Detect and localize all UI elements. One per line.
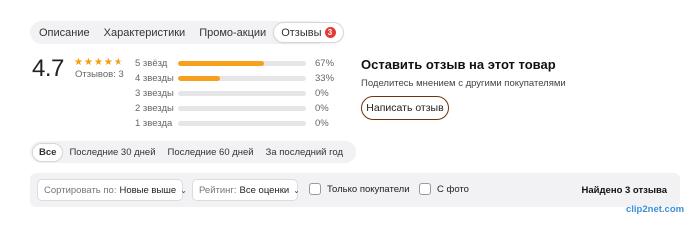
buyers-only-checkbox[interactable]: Только покупатели bbox=[309, 183, 410, 195]
rating-row-4[interactable]: 4 звезды 33% bbox=[135, 72, 340, 87]
rating-stars: ★ ★ ★ ★ ★ bbox=[74, 58, 123, 68]
write-review-subtitle: Поделитесь мнением с другими покупателям… bbox=[361, 78, 566, 89]
sort-select-value: Новые выше bbox=[119, 184, 177, 196]
rating-row-label: 4 звезды bbox=[135, 73, 174, 84]
period-30-days[interactable]: Последние 30 дней bbox=[63, 143, 161, 162]
review-filters-bar: Сортировать по: Новые выше ⌄ Рейтинг: Вс… bbox=[30, 173, 680, 207]
rating-row-percent: 67% bbox=[315, 58, 335, 69]
rating-row-percent: 33% bbox=[315, 73, 335, 84]
period-filter: Все Последние 30 дней Последние 60 дней … bbox=[30, 141, 356, 163]
checkbox-label: С фото bbox=[437, 183, 469, 195]
chevron-down-icon: ⌄ bbox=[293, 185, 300, 195]
rating-row-3[interactable]: 3 звезды 0% bbox=[135, 87, 340, 102]
checkbox-label: Только покупатели bbox=[327, 183, 410, 195]
sort-select-label: Сортировать по: bbox=[44, 184, 117, 196]
star-icon: ★ bbox=[93, 57, 103, 68]
rating-row-label: 3 звезды bbox=[135, 88, 174, 99]
watermark-logo: clip2net.com bbox=[626, 204, 685, 215]
tab-promotions[interactable]: Промо-акции bbox=[192, 22, 273, 43]
reviews-count-badge: 3 bbox=[324, 27, 336, 38]
tab-description[interactable]: Описание bbox=[32, 22, 97, 43]
tab-bar: Описание Характеристики Промо-акции Отзы… bbox=[30, 21, 344, 44]
rating-row-label: 2 звезды bbox=[135, 103, 174, 114]
rating-row-1[interactable]: 1 звезда 0% bbox=[135, 117, 340, 132]
rating-row-2[interactable]: 2 звезды 0% bbox=[135, 102, 340, 117]
rating-bar-track bbox=[178, 61, 306, 66]
rating-breakdown: 5 звёзд 67% 4 звезды 33% 3 звезды 0% 2 з… bbox=[135, 57, 340, 132]
tab-specifications[interactable]: Характеристики bbox=[97, 22, 193, 43]
with-photo-checkbox[interactable]: С фото bbox=[419, 183, 469, 195]
tab-label: Описание bbox=[39, 26, 90, 39]
tab-label: Характеристики bbox=[103, 26, 186, 39]
rating-row-percent: 0% bbox=[315, 88, 329, 99]
rating-bar-track bbox=[178, 76, 306, 81]
period-60-days[interactable]: Последние 60 дней bbox=[162, 143, 260, 162]
found-count: Найдено 3 отзыва bbox=[581, 185, 667, 196]
rating-select-value: Все оценки bbox=[239, 184, 290, 196]
rating-select[interactable]: Рейтинг: Все оценки ⌄ bbox=[192, 179, 300, 201]
checkbox-box[interactable] bbox=[309, 183, 321, 195]
rating-row-5[interactable]: 5 звёзд 67% bbox=[135, 57, 340, 72]
rating-bar-track bbox=[178, 106, 306, 111]
sort-select[interactable]: Сортировать по: Новые выше ⌄ bbox=[37, 179, 187, 201]
rating-bar-track bbox=[178, 121, 306, 126]
rating-bar-fill bbox=[178, 61, 264, 66]
period-year[interactable]: За последний год bbox=[260, 143, 349, 162]
chevron-down-icon: ⌄ bbox=[180, 185, 187, 195]
rating-row-percent: 0% bbox=[315, 103, 329, 114]
star-icon: ★ bbox=[103, 57, 113, 68]
rating-select-label: Рейтинг: bbox=[199, 184, 237, 196]
star-icon: ★ bbox=[74, 57, 83, 68]
write-review-title: Оставить отзыв на этот товар bbox=[361, 57, 556, 72]
average-rating: 4.7 bbox=[32, 55, 64, 82]
star-icon: ★ bbox=[83, 57, 93, 68]
tab-reviews[interactable]: Отзывы 3 bbox=[273, 22, 344, 43]
star-half-icon: ★ bbox=[113, 57, 123, 68]
period-all[interactable]: Все bbox=[32, 142, 64, 162]
reviews-count: Отзывов: 3 bbox=[75, 69, 124, 80]
rating-row-label: 1 звезда bbox=[135, 118, 173, 129]
rating-bar-fill bbox=[178, 76, 221, 81]
tab-label: Отзывы bbox=[281, 26, 322, 39]
tab-label: Промо-акции bbox=[199, 26, 267, 39]
rating-bar-track bbox=[178, 91, 306, 96]
write-review-button[interactable]: Написать отзыв bbox=[361, 96, 449, 120]
rating-row-percent: 0% bbox=[315, 118, 329, 129]
checkbox-box[interactable] bbox=[419, 183, 431, 195]
rating-row-label: 5 звёзд bbox=[135, 58, 168, 69]
